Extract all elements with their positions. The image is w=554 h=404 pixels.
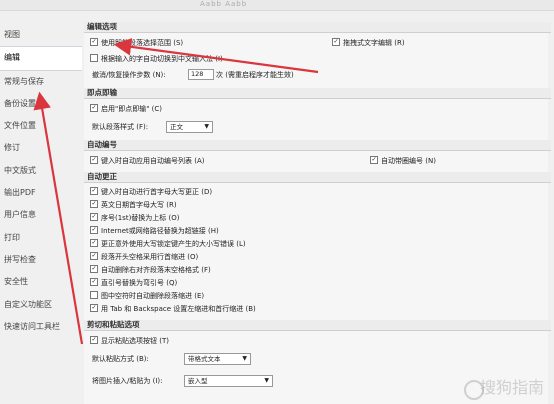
arrow-to-edit-tab [33,91,84,345]
annotation-arrows [33,38,319,345]
arrow-to-smart-select [113,38,319,74]
watermark-text: 搜狗指南 [479,378,544,397]
